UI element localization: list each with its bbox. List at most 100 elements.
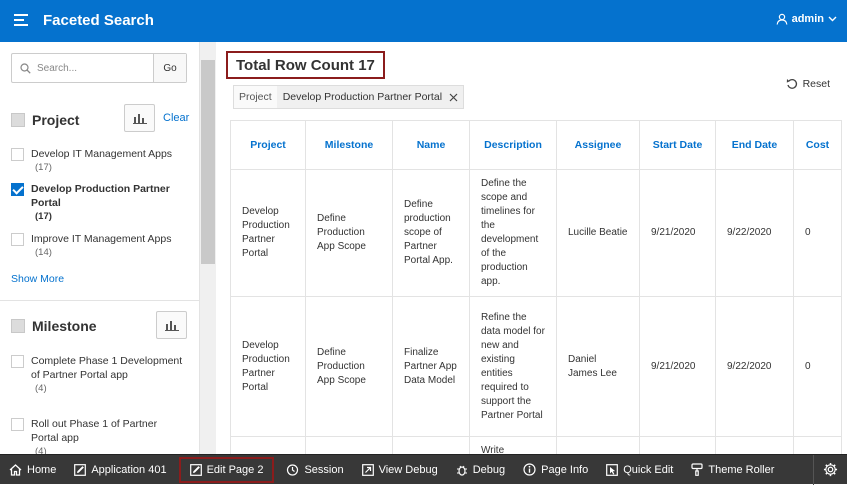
filter-chip-text: Develop Production Partner Portal (282, 91, 443, 103)
table-cell: Define production scope of Partner Porta… (392, 169, 470, 297)
go-button[interactable]: Go (153, 54, 186, 82)
devbar-label: Edit Page 2 (206, 463, 264, 476)
show-more-link[interactable]: Show More (11, 273, 64, 285)
results-table: Project Milestone Name Description Assig… (230, 120, 842, 454)
devbar-session[interactable]: Session (277, 455, 352, 485)
option-label: Complete Phase 1 Development of Partner … (31, 355, 183, 381)
column-header[interactable]: Cost (793, 120, 842, 170)
option-label: Improve IT Management Apps (31, 233, 172, 245)
table-row: Write (230, 436, 842, 454)
project-facet-toggle[interactable] (11, 113, 25, 127)
table-cell: Refine the data model for new and existi… (469, 296, 557, 437)
milestone-chart-button[interactable] (156, 311, 187, 339)
table-header-row: Project Milestone Name Description Assig… (230, 120, 842, 170)
chevron-down-icon (828, 16, 837, 22)
column-header[interactable]: End Date (715, 120, 794, 170)
option-label: Roll out Phase 1 of Partner Portal app (31, 418, 158, 444)
table-cell: 9/22/2020 (715, 169, 794, 297)
devbar-theme-roller[interactable]: Theme Roller (682, 455, 783, 485)
option-checkbox[interactable] (11, 355, 24, 368)
milestone-option[interactable]: Roll out Phase 1 of Partner Portal app (4… (11, 417, 191, 454)
results-region: Total Row Count 17 Reset Project Develop… (216, 42, 847, 454)
table-cell: Define the scope and timelines for the d… (469, 169, 557, 297)
column-header[interactable]: Assignee (556, 120, 640, 170)
brush-icon (691, 463, 703, 476)
menu-icon[interactable] (14, 14, 28, 26)
devbar-label: Application 401 (91, 463, 167, 476)
column-header[interactable]: Project (230, 120, 306, 170)
search-input[interactable]: Search... (12, 54, 153, 82)
project-option[interactable]: Improve IT Management Apps (14) (11, 232, 191, 260)
devbar-quick-edit[interactable]: Quick Edit (597, 455, 682, 485)
table-cell (556, 436, 640, 454)
search-field: Search... Go (11, 53, 187, 83)
search-icon (20, 62, 31, 74)
option-checkbox[interactable] (11, 418, 24, 431)
option-checkbox[interactable] (11, 183, 24, 196)
milestone-option[interactable]: Complete Phase 1 Development of Partner … (11, 354, 191, 396)
table-cell: Finalize Partner App Data Model (392, 296, 470, 437)
sidebar-scroll-thumb[interactable] (201, 60, 215, 264)
option-checkbox[interactable] (11, 233, 24, 246)
devbar-application[interactable]: Application 401 (65, 455, 175, 485)
column-header[interactable]: Name (392, 120, 470, 170)
devbar-edit-page[interactable]: Edit Page 2 (178, 456, 275, 483)
filter-chip-value: Develop Production Partner Portal (276, 86, 464, 108)
option-count: (17) (35, 162, 52, 173)
column-header[interactable]: Start Date (639, 120, 716, 170)
table-cell: 9/21/2020 (639, 296, 716, 437)
column-header[interactable]: Description (469, 120, 557, 170)
option-label: Develop Production Partner Portal (31, 183, 170, 209)
table-cell: 0 (793, 169, 842, 297)
milestone-facet-toggle[interactable] (11, 319, 25, 333)
bug-icon (456, 465, 467, 476)
table-cell: Develop Production Partner Portal (230, 296, 306, 437)
devbar-page-info[interactable]: Page Info (514, 455, 597, 485)
column-header[interactable]: Milestone (305, 120, 393, 170)
project-option[interactable]: Develop Production Partner Portal (17) (11, 182, 191, 224)
project-chart-button[interactable] (124, 104, 155, 132)
table-cell: Define Production App Scope (305, 296, 393, 437)
reset-label: Reset (802, 78, 830, 90)
table-cell: Define Production App Scope (305, 169, 393, 297)
option-count: (14) (35, 247, 52, 258)
table-cell: Lucille Beatie (556, 169, 640, 297)
edit-icon (189, 463, 202, 476)
project-option[interactable]: Develop IT Management Apps (17) (11, 147, 191, 175)
devbar-label: Session (304, 463, 344, 476)
devbar-label: Quick Edit (623, 463, 674, 476)
option-checkbox[interactable] (11, 148, 24, 161)
table-cell: Develop Production Partner Portal (230, 169, 306, 297)
table-cell: Daniel James Lee (556, 296, 640, 437)
table-cell: 9/21/2020 (639, 169, 716, 297)
close-icon[interactable] (449, 93, 458, 102)
bar-chart-icon (132, 114, 147, 124)
devbar-home[interactable]: Home (0, 455, 65, 485)
quick-edit-icon (606, 463, 619, 476)
devbar-view-debug[interactable]: View Debug (353, 455, 447, 485)
project-facet-header: Project (11, 112, 79, 128)
reset-button[interactable]: Reset (786, 78, 830, 90)
user-menu[interactable]: admin (776, 13, 837, 25)
app-title: Faceted Search (43, 12, 154, 29)
project-facet-title: Project (32, 112, 80, 128)
table-cell (230, 436, 306, 454)
filter-chip: Project Develop Production Partner Porta… (233, 85, 465, 109)
table-cell: 9/22/2020 (715, 296, 794, 437)
facets-sidebar: Search... Go Project Clear Develop IT Ma… (0, 42, 200, 454)
devbar-label: Page Info (541, 463, 589, 476)
filter-chip-key: Project (239, 91, 272, 103)
milestone-facet-title: Milestone (32, 318, 97, 334)
edit-icon (74, 463, 87, 476)
facet-divider (0, 300, 199, 301)
devbar-settings[interactable] (813, 454, 847, 485)
home-icon (9, 463, 22, 476)
user-icon (776, 13, 787, 25)
option-count: (4) (35, 446, 47, 454)
search-placeholder: Search... (37, 62, 78, 74)
devbar-debug[interactable]: Debug (447, 455, 514, 485)
session-icon (287, 463, 299, 476)
table-cell (305, 436, 393, 454)
project-clear-link[interactable]: Clear (163, 112, 189, 124)
table-row: Develop Production Partner Portal Define… (230, 169, 842, 297)
